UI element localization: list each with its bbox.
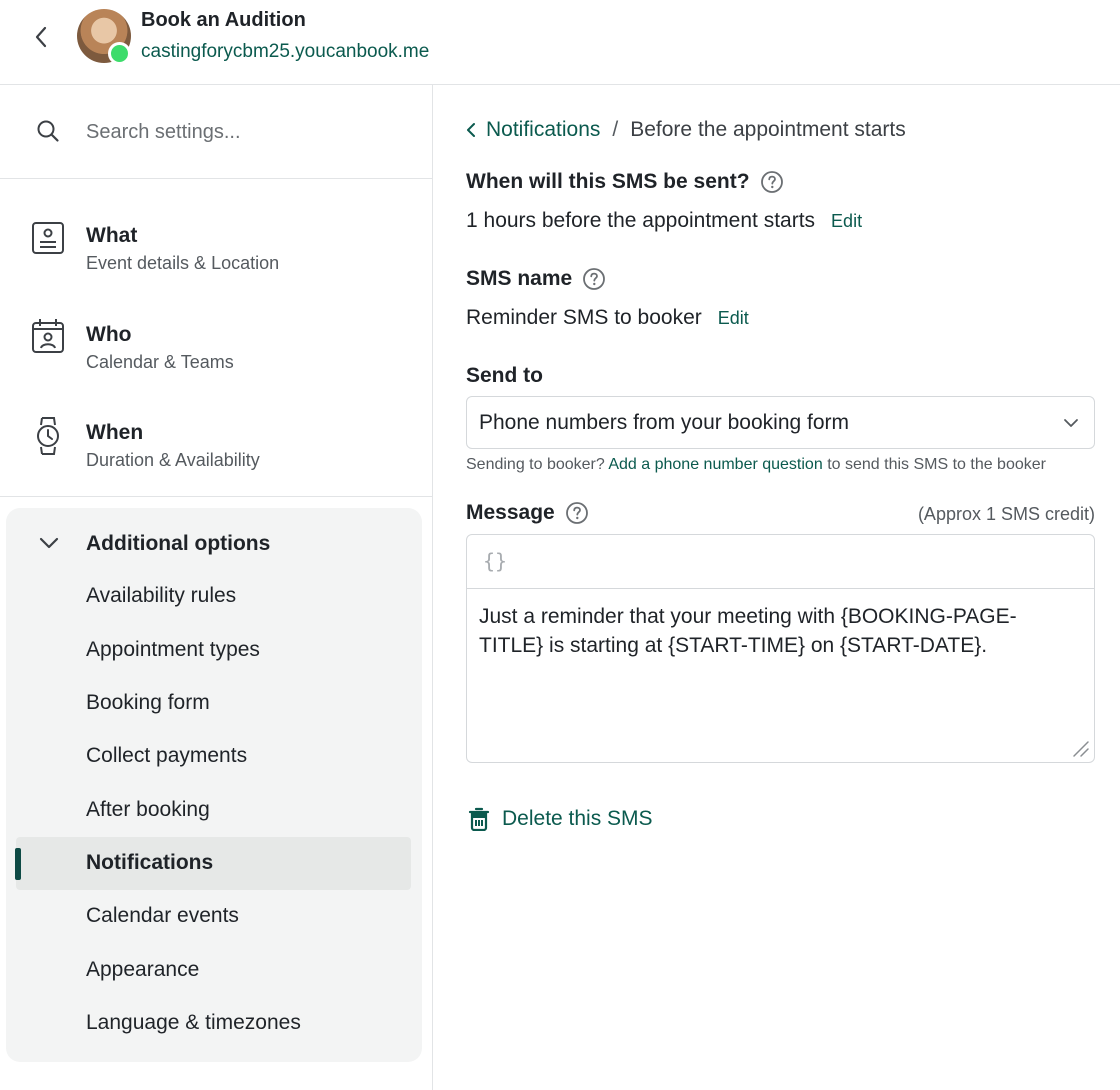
sidebar-item-language-timezones[interactable]: Language & timezones [16,997,411,1050]
delete-sms-label: Delete this SMS [502,807,653,830]
sidebar-item-what[interactable]: What Event details & Location [0,196,432,286]
message-editor: {} Just a reminder that your meeting wit… [466,534,1095,763]
additional-options-title: Additional options [86,532,271,555]
watch-icon [37,417,59,455]
top-header: Book an Audition castingforycbm25.youcan… [0,0,1120,85]
sidebar-item-subtitle: Event details & Location [86,253,280,273]
sidebar-item-appearance[interactable]: Appearance [16,944,411,997]
booking-page-title: Book an Audition [141,9,306,31]
add-phone-question-link[interactable]: Add a phone number question [608,456,822,473]
chevron-left-icon [35,26,47,48]
search-icon [37,120,59,142]
message-textarea[interactable]: Just a reminder that your meeting with {… [479,602,1079,660]
help-icon[interactable] [582,267,606,291]
hint-suffix: to send this SMS to the booker [827,456,1046,473]
sidebar-item-collect-payments[interactable]: Collect payments [16,730,411,783]
send-to-hint: Sending to booker? Add a phone number qu… [466,456,1046,474]
active-indicator [15,848,21,880]
sidebar-item-calendar-events[interactable]: Calendar events [16,890,411,943]
message-toolbar: {} [467,535,1094,589]
online-status-dot [108,42,131,65]
sidebar-item-label: Availability rules [86,584,237,607]
when-sent-label: When will this SMS be sent? [466,170,784,194]
sidebar-item-after-booking[interactable]: After booking [16,784,411,837]
sms-name-row: Reminder SMS to booker Edit [466,306,749,330]
sidebar-item-appointment-types[interactable]: Appointment types [16,624,411,677]
additional-options-panel: Additional options Availability rules Ap… [6,508,422,1062]
id-card-icon [32,222,64,254]
sidebar-item-subtitle: Duration & Availability [86,450,260,470]
sidebar-item-title: What [86,224,138,247]
calendar-person-icon [32,319,64,353]
delete-sms-button[interactable]: Delete this SMS [468,807,653,831]
sidebar-item-label: Appearance [86,958,200,981]
sidebar-item-label: Language & timezones [86,1011,301,1034]
send-to-selected-value: Phone numbers from your booking form [479,411,850,434]
sidebar-item-label: After booking [86,798,210,821]
when-sent-label-text: When will this SMS be sent? [466,170,750,193]
message-label-text: Message [466,501,555,524]
when-sent-value: 1 hours before the appointment starts [466,209,816,232]
sidebar-item-subtitle: Calendar & Teams [86,352,234,372]
sidebar-item-title: When [86,421,144,444]
sidebar-item-when[interactable]: When Duration & Availability [0,393,432,483]
sms-name-value: Reminder SMS to booker [466,306,702,329]
sidebar-item-label: Booking form [86,691,210,714]
sidebar-item-label: Calendar events [86,904,239,927]
chevron-down-icon [1064,419,1078,427]
sidebar-item-who[interactable]: Who Calendar & Teams [0,295,432,385]
booking-page-url[interactable]: castingforycbm25.youcanbook.me [141,41,429,63]
sidebar-divider [0,496,432,497]
back-button[interactable] [26,22,56,52]
breadcrumb: Notifications / Before the appointment s… [466,118,906,142]
sms-credit-note: (Approx 1 SMS credit) [917,504,1095,524]
sidebar-item-title: Who [86,323,132,346]
send-to-select[interactable]: Phone numbers from your booking form [466,396,1095,449]
send-to-label: Send to [466,364,543,387]
chevron-left-icon [467,123,475,137]
message-label: Message [466,501,589,525]
breadcrumb-back-link[interactable]: Notifications [466,118,600,142]
breadcrumb-link-label: Notifications [486,118,601,141]
main-content: Notifications / Before the appointment s… [434,85,1120,1090]
edit-name-link[interactable]: Edit [718,308,749,329]
sidebar-item-availability-rules[interactable]: Availability rules [16,570,411,623]
sidebar-item-notifications[interactable]: Notifications [15,837,411,890]
hint-prefix: Sending to booker? [466,456,605,473]
chevron-down-icon [39,537,59,549]
sidebar-item-booking-form[interactable]: Booking form [16,677,411,730]
insert-variable-button[interactable]: {} [483,549,507,573]
search-bar [0,85,432,179]
sidebar-item-label: Collect payments [86,744,248,767]
additional-options-toggle[interactable]: Additional options [6,522,422,566]
sidebar-item-label: Notifications [86,851,214,874]
sms-name-label-text: SMS name [466,267,573,290]
edit-when-link[interactable]: Edit [831,211,862,232]
resize-handle-icon[interactable] [1068,736,1090,758]
settings-sidebar: What Event details & Location Who Calend… [0,85,433,1090]
help-icon[interactable] [760,170,784,194]
sms-name-label: SMS name [466,267,606,291]
trash-icon [468,807,490,831]
search-input[interactable] [86,113,406,151]
breadcrumb-current: Before the appointment starts [630,118,906,141]
when-sent-row: 1 hours before the appointment starts Ed… [466,209,862,233]
sidebar-item-label: Appointment types [86,638,260,661]
help-icon[interactable] [565,501,589,525]
breadcrumb-separator: / [612,118,619,141]
